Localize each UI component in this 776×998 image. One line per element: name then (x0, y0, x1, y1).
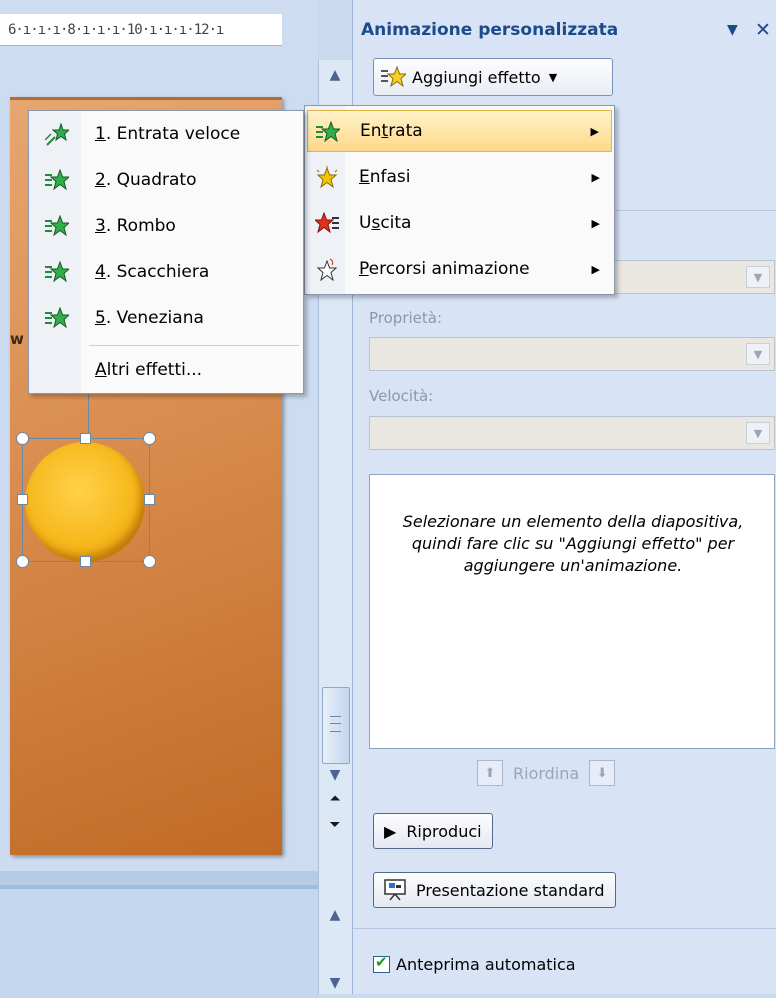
entrance-effect-label: 4. Scacchiera (95, 262, 210, 282)
pane-options-icon[interactable]: ▼ (727, 22, 738, 38)
move-up-button[interactable]: ⬆ (477, 760, 503, 786)
entrance-star-icon (45, 215, 69, 237)
triangle-down-icon: ▼ (329, 767, 341, 783)
arrow-down-icon: ⬇ (596, 765, 608, 781)
add-effect-button[interactable]: Aggiungi effetto ▼ (373, 58, 613, 96)
play-label: Riproduci (406, 821, 482, 841)
submenu-arrow-icon: ▶ (591, 216, 600, 230)
entrance-effect-label: 3. Rombo (95, 216, 176, 236)
double-up-icon: ⏶ (329, 791, 341, 807)
pane-title: Animazione personalizzata (361, 20, 619, 40)
animation-list[interactable]: Selezionare un elemento della diapositiv… (369, 474, 775, 749)
thumb-grip-icon (330, 716, 341, 732)
entrance-effect-item[interactable]: 4. Scacchiera (31, 251, 301, 293)
entrance-star-icon (45, 169, 69, 191)
chevron-down-icon: ▼ (746, 266, 770, 288)
submenu-arrow-icon: ▶ (591, 170, 600, 184)
entrance-effect-item[interactable]: 3. Rombo (31, 205, 301, 247)
play-button[interactable]: ▶ Riproduci (373, 813, 493, 849)
resize-handle-bottom-right[interactable] (143, 555, 156, 568)
resize-handle-top-right[interactable] (143, 432, 156, 445)
add-effect-star-icon (381, 66, 406, 88)
menu-item-emphasis[interactable]: Enfasi ▶ (307, 156, 612, 198)
notes-pane-area (0, 885, 318, 998)
entrance-effect-item[interactable]: 2. Quadrato (31, 159, 301, 201)
menu-item-entrance-label: Entrata (360, 121, 423, 141)
slideshow-icon (384, 879, 406, 901)
double-down-icon: ⏷ (329, 817, 341, 833)
horizontal-scroll-area (0, 871, 318, 885)
properties-combo: ▼ (369, 337, 775, 371)
slide-partial-text: w (10, 330, 24, 348)
next-slide-button[interactable]: ⏷ (321, 812, 349, 838)
entrance-star-icon (45, 261, 69, 283)
scroll-down-button[interactable]: ▼ (321, 762, 349, 788)
entrance-effect-label: 1. Entrata veloce (95, 124, 241, 144)
pane-header: Animazione personalizzata ▼ ✕ (353, 14, 776, 48)
chevron-down-icon: ▼ (746, 422, 770, 444)
resize-handle-left[interactable] (17, 494, 28, 505)
entrance-effect-label: 5. Veneziana (95, 308, 204, 328)
menu-item-motion-paths[interactable]: Percorsi animazione ▶ (307, 248, 612, 290)
speed-combo: ▼ (369, 416, 775, 450)
resize-handle-bottom-left[interactable] (16, 555, 29, 568)
horizontal-ruler: 6·ı·ı·ı·8·ı·ı·ı·10·ı·ı·ı·12·ı (0, 14, 282, 46)
menu-item-exit-label: Uscita (359, 213, 412, 233)
entrance-star-icon (45, 307, 69, 329)
animation-list-hint: Selezionare un elemento della diapositiv… (402, 512, 744, 575)
move-down-button[interactable]: ⬇ (589, 760, 616, 786)
selected-circle-shape[interactable] (16, 432, 156, 568)
auto-preview-label: Anteprima automatica (396, 955, 576, 974)
entrance-effect-item[interactable]: 5. Veneziana (31, 297, 301, 339)
menu-item-emphasis-label: Enfasi (359, 167, 411, 187)
scroll-up-button[interactable]: ▲ (321, 62, 349, 88)
arrow-up-icon: ⬆ (484, 765, 496, 781)
previous-slide-button[interactable]: ⏶ (321, 786, 349, 812)
triangle-down-icon: ▼ (329, 975, 341, 991)
auto-preview-checkbox[interactable]: Anteprima automatica (373, 953, 576, 974)
menu-separator (89, 345, 299, 346)
resize-handle-right[interactable] (144, 494, 155, 505)
checkbox-checked-icon[interactable] (373, 953, 390, 973)
notes-scroll-down-button[interactable]: ▼ (321, 970, 349, 996)
selection-box (22, 438, 150, 562)
entrance-submenu: 1. Entrata veloce 2. Quadrato 3. Rombo 4… (28, 110, 304, 394)
entrance-effect-label: 2. Quadrato (95, 170, 197, 190)
triangle-up-icon: ▲ (329, 907, 341, 923)
speed-label: Velocità: (369, 387, 434, 405)
emphasis-star-icon (316, 166, 338, 189)
resize-handle-bottom[interactable] (80, 556, 91, 567)
add-effect-menu: Entrata ▶ Enfasi ▶ Uscita ▶ Percorsi ani… (304, 105, 615, 295)
menu-item-motion-paths-label: Percorsi animazione (359, 259, 530, 279)
add-effect-label: Aggiungi effetto (412, 67, 541, 87)
play-icon: ▶ (384, 821, 397, 841)
menu-item-exit[interactable]: Uscita ▶ (307, 202, 612, 244)
reorder-label: Riordina (513, 763, 580, 783)
chevron-down-icon: ▼ (746, 343, 770, 365)
slideshow-button[interactable]: Presentazione standard (373, 872, 616, 908)
scroll-thumb[interactable] (322, 687, 350, 764)
entrance-effect-item[interactable]: 1. Entrata veloce (31, 113, 301, 155)
resize-handle-top-left[interactable] (16, 432, 29, 445)
pane-divider (353, 928, 776, 929)
slideshow-label: Presentazione standard (416, 880, 605, 900)
submenu-arrow-icon: ▶ (591, 262, 600, 276)
motion-path-star-icon (316, 258, 338, 282)
menu-item-entrance[interactable]: Entrata ▶ (307, 110, 612, 152)
rotation-handle-line (88, 393, 89, 438)
close-icon[interactable]: ✕ (755, 19, 771, 41)
entrance-star-icon (316, 121, 340, 143)
properties-label: Proprietà: (369, 309, 443, 327)
chevron-down-icon: ▼ (548, 70, 558, 84)
resize-handle-top[interactable] (80, 433, 91, 444)
fly-in-star-icon (45, 123, 69, 146)
more-effects-item[interactable]: Altri effetti... (31, 349, 301, 391)
triangle-up-icon: ▲ (329, 67, 341, 83)
more-effects-label: Altri effetti... (95, 360, 203, 380)
submenu-arrow-icon: ▶ (590, 124, 599, 138)
exit-star-icon (315, 212, 339, 234)
reorder-controls: ⬆ Riordina ⬇ (477, 760, 616, 786)
notes-scroll-up-button[interactable]: ▲ (321, 902, 349, 928)
